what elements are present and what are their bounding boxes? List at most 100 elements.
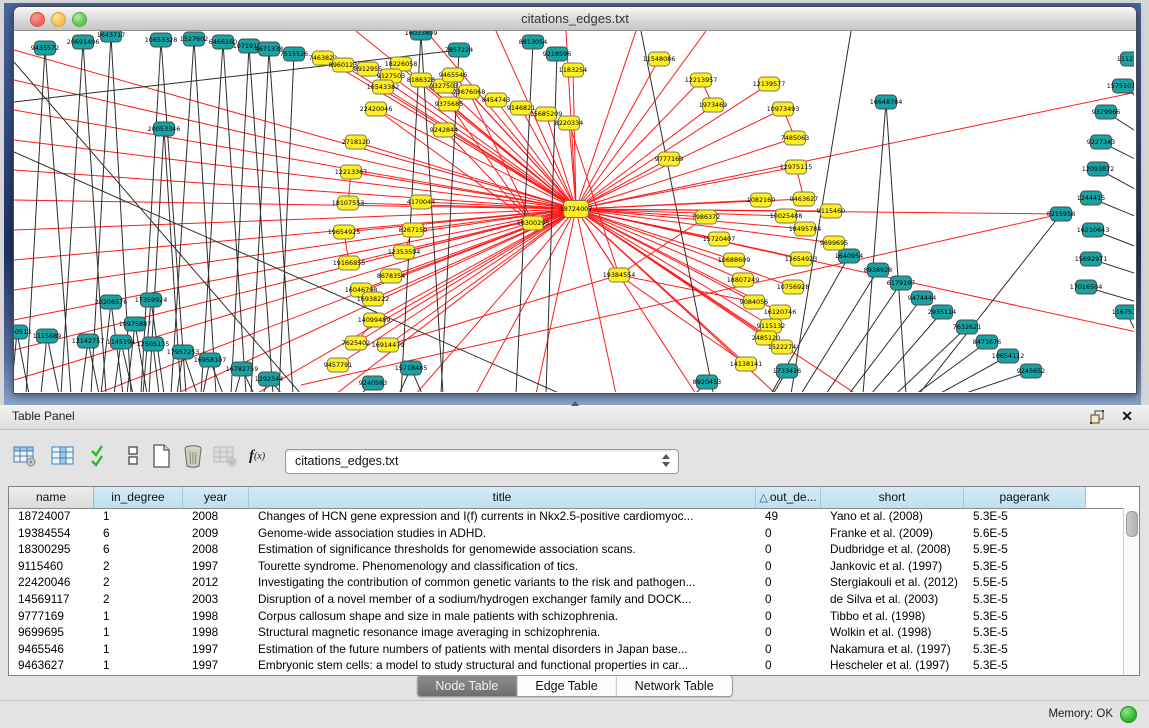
- graph-node[interactable]: 17016504: [1070, 280, 1103, 294]
- graph-node[interactable]: 23676068: [453, 85, 486, 99]
- table-row[interactable]: 1456911722003Disruption of a novel membe…: [9, 591, 1124, 608]
- graph-node[interactable]: 1643717: [97, 31, 125, 42]
- column-settings-icon[interactable]: [50, 443, 76, 469]
- graph-node[interactable]: 7632621: [953, 320, 981, 334]
- graph-node[interactable]: 19166855: [333, 256, 366, 270]
- form-view-icon[interactable]: [120, 443, 146, 469]
- tab-node-table[interactable]: Node Table: [417, 676, 517, 696]
- graph-node[interactable]: 9329966: [1092, 105, 1120, 119]
- graph-node[interactable]: 12093872: [1082, 162, 1115, 176]
- splitter-handle-icon[interactable]: [571, 401, 579, 406]
- graph-node[interactable]: 18724007: [560, 201, 593, 218]
- delete-table-icon[interactable]: [180, 443, 206, 469]
- column-header-in-degree[interactable]: in_degree: [94, 487, 183, 508]
- graph-node[interactable]: 9375685: [435, 97, 463, 111]
- graph-node[interactable]: 15692971: [1075, 252, 1108, 266]
- table-row[interactable]: 911546021997Tourette syndrome. Phenomeno…: [9, 558, 1124, 575]
- graph-node[interactable]: 1640954: [835, 249, 863, 263]
- graph-node[interactable]: 18107553: [332, 196, 365, 210]
- graph-node[interactable]: 12142757: [72, 334, 105, 348]
- tab-edge-table[interactable]: Edge Table: [517, 676, 616, 696]
- graph-node[interactable]: 7485063: [781, 131, 809, 145]
- table-row[interactable]: 946554611997Estimation of the future num…: [9, 641, 1124, 658]
- graph-node[interactable]: 17359924: [135, 293, 168, 307]
- new-table-icon[interactable]: [148, 443, 174, 469]
- graph-node[interactable]: 9465546: [439, 68, 467, 82]
- graph-node[interactable]: 16958107: [194, 353, 227, 367]
- column-header-title[interactable]: title: [249, 487, 756, 508]
- graph-node[interactable]: 1973469: [699, 98, 727, 112]
- column-header-pagerank[interactable]: pagerank: [964, 487, 1086, 508]
- function-builder-icon[interactable]: f(x): [244, 443, 270, 469]
- table-vertical-scrollbar[interactable]: [1123, 508, 1139, 675]
- graph-node[interactable]: 10025488: [770, 209, 803, 223]
- tab-network-table[interactable]: Network Table: [617, 676, 732, 696]
- graph-node[interactable]: 9084056: [740, 295, 768, 309]
- graph-node[interactable]: 9474444: [908, 291, 936, 305]
- graph-node[interactable]: 10756928: [777, 280, 810, 294]
- graph-node[interactable]: 16914479: [372, 338, 405, 352]
- graph-node[interactable]: 9115460: [817, 204, 845, 218]
- graph-node[interactable]: 1167533: [1112, 305, 1134, 319]
- table-row[interactable]: 1830029562008Estimation of significance …: [9, 541, 1124, 558]
- graph-node[interactable]: 1115689: [33, 329, 61, 343]
- row-selection-icon[interactable]: [88, 443, 114, 469]
- graph-node[interactable]: 2935114: [928, 305, 956, 319]
- graph-node[interactable]: 1145194: [107, 335, 135, 349]
- table-settings-icon[interactable]: [12, 443, 38, 469]
- close-panel-icon[interactable]: ✕: [1121, 407, 1133, 425]
- graph-node[interactable]: 10975887: [119, 317, 152, 331]
- table-row[interactable]: 969969511998Structural magnetic resonanc…: [9, 624, 1124, 641]
- graph-node[interactable]: 18807249: [727, 273, 760, 287]
- graph-node[interactable]: 9245652: [1017, 364, 1045, 378]
- graph-node[interactable]: 8813054: [519, 35, 547, 49]
- graph-node[interactable]: 16543382: [367, 80, 400, 94]
- graph-node[interactable]: 1733426: [773, 364, 801, 378]
- graph-node[interactable]: 20206576: [95, 295, 128, 309]
- graph-node[interactable]: 8267150: [399, 223, 427, 237]
- graph-node[interactable]: 19384554: [603, 268, 636, 282]
- graph-node[interactable]: 1527602: [180, 32, 208, 46]
- graph-node[interactable]: 16938222: [357, 292, 390, 306]
- graph-node[interactable]: 22420046: [360, 102, 393, 116]
- graph-node[interactable]: 1522274: [768, 340, 796, 354]
- table-selector-dropdown[interactable]: citations_edges.txt: [285, 449, 679, 474]
- graph-node[interactable]: 2718120: [342, 135, 370, 149]
- table-row[interactable]: 1872400712008Changes of HCN gene express…: [9, 508, 1124, 525]
- float-window-icon[interactable]: [1090, 410, 1105, 424]
- table-row[interactable]: 1938455462009Genome-wide association stu…: [9, 525, 1124, 542]
- network-canvas-container[interactable]: 9435572206914061643717106533281527602646…: [14, 31, 1134, 392]
- graph-node[interactable]: 18495784: [789, 222, 822, 236]
- graph-node[interactable]: 9435572: [31, 41, 59, 55]
- graph-node[interactable]: 15720407: [703, 232, 736, 246]
- graph-node[interactable]: 4170044: [407, 195, 435, 209]
- graph-node[interactable]: 9777169: [655, 152, 683, 166]
- column-header-name[interactable]: name: [9, 487, 94, 508]
- graph-node[interactable]: 19654925: [328, 225, 361, 239]
- graph-node[interactable]: 16648784: [870, 95, 903, 109]
- graph-node[interactable]: 1112734: [1117, 52, 1134, 66]
- graph-node[interactable]: 7857224: [445, 43, 473, 57]
- column-header-year[interactable]: year: [183, 487, 249, 508]
- graph-node[interactable]: 12353594: [388, 245, 421, 259]
- graph-node[interactable]: 16782759: [226, 362, 259, 376]
- graph-node[interactable]: 12139577: [753, 77, 786, 91]
- table-row[interactable]: 2242004622012Investigating the contribut…: [9, 574, 1124, 591]
- graph-node[interactable]: 10688609: [718, 253, 751, 267]
- column-header-short[interactable]: short: [821, 487, 964, 508]
- graph-node[interactable]: 12213367: [335, 165, 368, 179]
- graph-node[interactable]: 12505135: [137, 337, 170, 351]
- graph-node[interactable]: 20053346: [148, 122, 181, 136]
- graph-node[interactable]: 10654112: [992, 349, 1025, 363]
- graph-node[interactable]: 8215958: [1047, 207, 1075, 221]
- graph-node[interactable]: 8471676: [973, 335, 1001, 349]
- window-titlebar[interactable]: citations_edges.txt: [14, 7, 1136, 31]
- memory-status-icon[interactable]: [1120, 706, 1137, 723]
- graph-node[interactable]: 7625402: [342, 336, 370, 350]
- graph-node[interactable]: 14138141: [730, 357, 763, 371]
- graph-node[interactable]: 8938928: [864, 263, 892, 277]
- graph-node[interactable]: 8920453: [693, 375, 721, 389]
- graph-node[interactable]: 1292344: [255, 372, 283, 386]
- graph-node[interactable]: 9242844: [430, 123, 458, 137]
- scrollbar-thumb[interactable]: [1126, 511, 1138, 537]
